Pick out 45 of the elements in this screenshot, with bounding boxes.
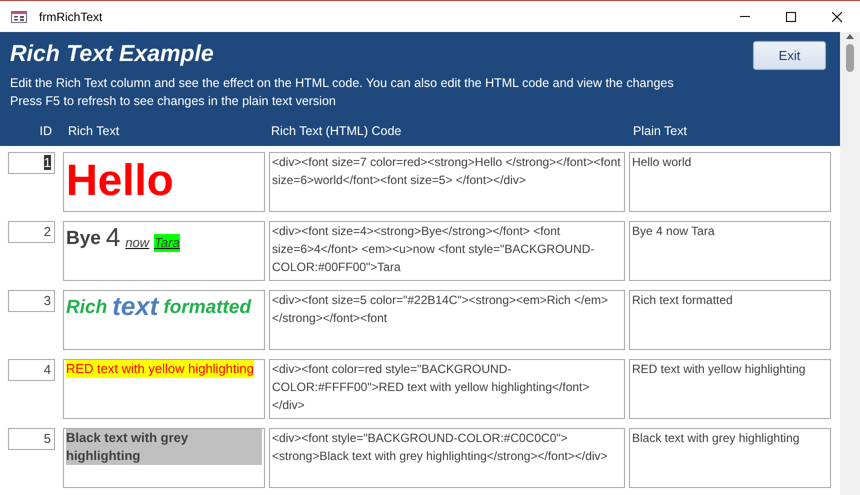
scroll-up-icon[interactable]	[846, 34, 854, 39]
plain-text-field[interactable]: Black text with grey highlighting	[629, 428, 831, 488]
id-field[interactable]: 4	[8, 359, 55, 381]
html-code-field[interactable]: <div><font size=5 color="#22B14C"><strong><em>Rich </em></strong></font><font	[269, 290, 625, 350]
formatted-text: Black text with grey highlighting	[66, 429, 262, 465]
html-code-field[interactable]: <div><font color=red style="BACKGROUND-COLOR:#FFFF00">RED text with yellow highlighting</font></div>	[269, 359, 625, 419]
plain-text-field[interactable]: Bye 4 now Tara	[629, 221, 831, 281]
plain-text-field[interactable]: RED text with yellow highlighting	[629, 359, 831, 419]
rich-text-field[interactable]: Bye 4 now Tara	[63, 221, 265, 281]
column-header: Plain Text	[633, 123, 687, 140]
rich-text-field[interactable]: Black text with grey highlighting	[63, 428, 265, 488]
form-title: Rich Text Example	[10, 39, 214, 68]
plain-text-field[interactable]: Hello world	[629, 152, 831, 212]
column-header: Rich Text (HTML) Code	[271, 123, 402, 140]
exit-button[interactable]: Exit	[753, 41, 826, 70]
formatted-text: Bye	[66, 227, 101, 251]
id-field[interactable]: 3	[8, 290, 55, 312]
formatted-text: RED text with yellow highlighting	[66, 360, 254, 378]
form-icon	[11, 10, 27, 22]
id-field[interactable]: 1	[8, 152, 55, 174]
formatted-text: Rich	[66, 296, 108, 320]
rich-text-field[interactable]: RED text with yellow highlighting	[63, 359, 265, 419]
formatted-text: text	[112, 291, 158, 321]
html-code-field[interactable]: <div><font size=4><strong>Bye</strong></font> <font size=6>4</font> <em><u>now <font style="BACKGROUND-COLOR:#00FF00">Tara	[269, 221, 625, 281]
scroll-thumb[interactable]	[846, 44, 854, 72]
formatted-text: Hello	[66, 155, 174, 207]
formatted-text: Tara	[154, 234, 180, 252]
id-field[interactable]: 2	[8, 221, 55, 243]
column-header: ID	[38, 123, 52, 140]
formatted-text: now	[125, 234, 150, 252]
instruction-text: Press F5 to refresh to see changes in the plain text version	[10, 93, 337, 110]
column-header: Rich Text	[68, 123, 120, 140]
rich-text-field[interactable]: Rich text formatted	[63, 290, 265, 350]
minimize-icon	[740, 16, 750, 17]
html-code-field[interactable]: <div><font size=7 color=red><strong>Hello </strong></font><font size=6>world</font><font size=5> </font></div>	[269, 152, 625, 212]
instruction-text: Edit the Rich Text column and see the effect on the HTML code. You can also edit the HTML code and view the changes	[10, 75, 675, 92]
id-field[interactable]: 5	[8, 428, 55, 450]
formatted-text: 4	[106, 222, 120, 252]
maximize-icon	[786, 12, 796, 22]
close-icon	[832, 12, 842, 22]
rich-text-field[interactable]: Hello	[63, 152, 265, 212]
plain-text-field[interactable]: Rich text formatted	[629, 290, 831, 350]
formatted-text: formatted	[163, 296, 252, 320]
html-code-field[interactable]: <div><font style="BACKGROUND-COLOR:#C0C0C0"><strong>Black text with grey highlighting</strong></font></div>	[269, 428, 625, 488]
window-title: frmRichText	[39, 8, 102, 26]
